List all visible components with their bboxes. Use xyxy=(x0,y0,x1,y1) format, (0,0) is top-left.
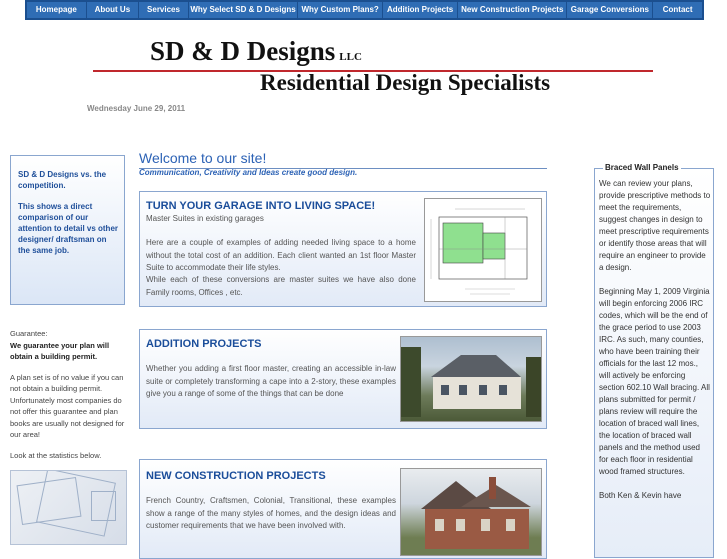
panel-subtitle: Master Suites in existing garages xyxy=(146,214,264,223)
nav-item-why-select-sd-d-designs[interactable]: Why Select SD & D Designs xyxy=(188,2,298,18)
panel-title[interactable]: NEW CONSTRUCTION PROJECTS xyxy=(146,470,326,482)
panel-body-extra: While each of these conversions are mast… xyxy=(146,275,416,297)
panel-body: Here are a couple of examples of adding … xyxy=(146,238,416,272)
nav-item-addition-projects[interactable]: Addition Projects xyxy=(383,2,458,18)
house-drawing xyxy=(421,477,531,549)
addition-projects-panel: ADDITION PROJECTS Whether you adding a f… xyxy=(139,329,547,429)
house-drawing xyxy=(401,347,541,417)
guarantee-statement: We guarantee your plan will obtain a bui… xyxy=(10,340,110,362)
nav-item-services[interactable]: Services xyxy=(139,2,188,18)
braced-wall-paragraph: We can review your plans, provide prescr… xyxy=(599,179,711,272)
logo-tagline: Residential Design Specialists xyxy=(260,70,551,95)
comparison-text: This shows a direct comparison of our at… xyxy=(18,202,119,255)
nav-item-why-custom-plans[interactable]: Why Custom Plans? xyxy=(298,2,383,18)
new-construction-panel: NEW CONSTRUCTION PROJECTS French Country… xyxy=(139,459,547,559)
braced-wall-paragraph: Both Ken & Kevin have xyxy=(599,491,682,500)
logo-company-name: SD & D Designs LLC xyxy=(150,36,362,66)
statistics-text: Look at the statistics below. xyxy=(10,450,102,460)
welcome-tagline: Communication, Creativity and Ideas crea… xyxy=(139,168,358,177)
current-date: Wednesday June 29, 2011 xyxy=(87,104,186,113)
braced-wall-panels-box: Braced Wall Panels We can review your pl… xyxy=(594,163,714,558)
garage-conversion-panel: TURN YOUR GARAGE INTO LIVING SPACE! Mast… xyxy=(139,191,547,307)
panel-body: French Country, Craftsmen, Colonial, Tra… xyxy=(146,496,396,530)
nav-item-homepage[interactable]: Homepage xyxy=(27,2,86,18)
addition-house-photo[interactable] xyxy=(400,336,542,422)
guarantee-section: Guarantee: We guarantee your plan will o… xyxy=(10,328,125,470)
site-logo[interactable]: SD & D Designs LLC Residential Design Spe… xyxy=(93,30,653,100)
top-navigation: Homepage About Us Services Why Select SD & … xyxy=(25,0,704,20)
comparison-box[interactable]: SD & D Designs vs. the competition. This… xyxy=(10,155,125,305)
nav-item-garage-conversions[interactable]: Garage Conversions xyxy=(567,2,653,18)
braced-wall-title: Braced Wall Panels xyxy=(603,163,681,172)
statistics-image[interactable] xyxy=(10,470,127,545)
floor-plan-drawing xyxy=(430,208,528,295)
braced-wall-paragraph: Beginning May 1, 2009 Virginia will begi… xyxy=(599,287,710,476)
comparison-heading: SD & D Designs vs. the competition. xyxy=(18,170,107,190)
panel-title[interactable]: TURN YOUR GARAGE INTO LIVING SPACE! xyxy=(146,200,375,212)
nav-item-contact[interactable]: Contact xyxy=(653,2,703,18)
guarantee-text: A plan set is of no value if you can not… xyxy=(10,372,125,440)
panel-title[interactable]: ADDITION PROJECTS xyxy=(146,338,262,350)
welcome-heading: Welcome to our site! xyxy=(139,150,547,169)
sketch-line xyxy=(91,491,116,521)
floor-plan-image[interactable] xyxy=(424,198,542,302)
new-construction-photo[interactable] xyxy=(400,468,542,556)
braced-wall-text: We can review your plans, provide prescr… xyxy=(599,178,711,514)
guarantee-label: Guarantee: xyxy=(10,329,48,338)
logo-llc: LLC xyxy=(339,51,362,63)
nav-item-new-construction-projects[interactable]: New Construction Projects xyxy=(458,2,567,18)
panel-body: Whether you adding a first floor master,… xyxy=(146,364,396,398)
nav-item-about-us[interactable]: About Us xyxy=(86,2,139,18)
